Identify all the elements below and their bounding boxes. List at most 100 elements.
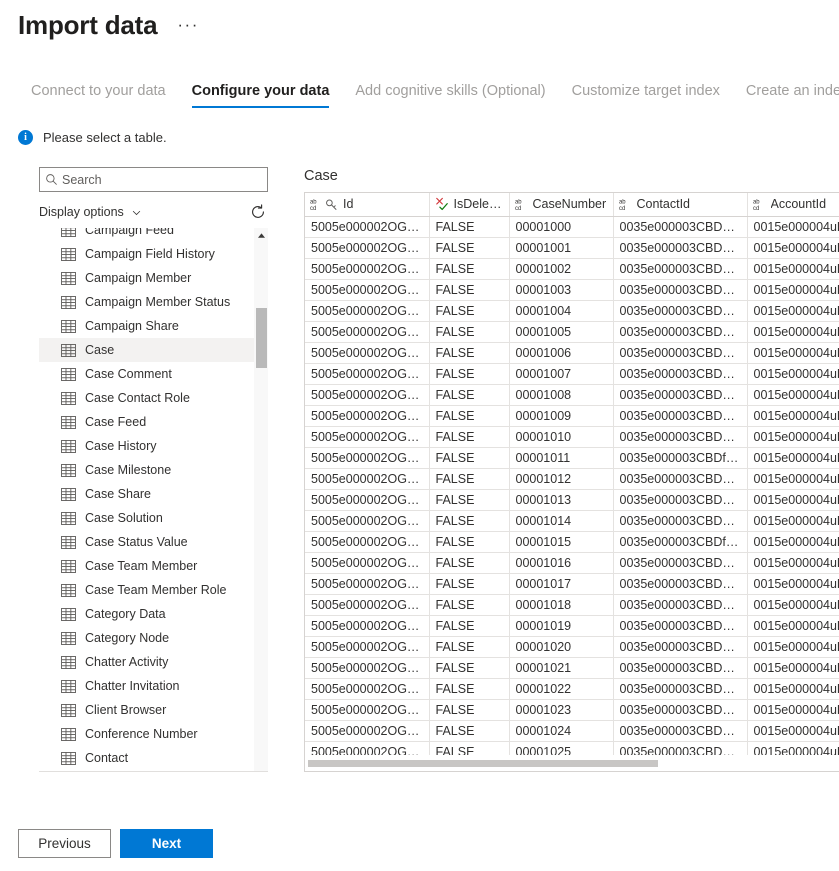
tab-configure-your-data[interactable]: Configure your data [179,82,343,108]
table-cell: 0015e000004uFMRAA2 [747,237,839,259]
table-row[interactable]: 5005e000002OGIlAAG FALSE 00001007 0035e0000… [305,363,839,385]
table-row[interactable]: 5005e000002OGIuAAGFALSE000010160035e0000… [305,552,839,574]
table-cell: 0015e000004uFMRAA2 [747,657,839,679]
table-cell: 00001007 [509,363,614,385]
tab-create-an-indexer[interactable]: Create an indexer [733,82,839,108]
refresh-button[interactable] [248,202,268,222]
table-list-item[interactable]: Campaign Member [39,266,268,290]
grid-horizontal-scrollbar[interactable] [305,755,839,771]
sidebar-vertical-scrollbar[interactable] [254,228,268,771]
table-cell: 00001005 [509,321,614,343]
table-list-item-label: Chatter Invitation [85,679,180,693]
table-row[interactable]: 5005e000002OGIoAAGFALSE000010100035e0000… [305,426,839,448]
table-list-item[interactable]: Client Browser [39,698,268,722]
table-cell: 00001025 [509,741,614,755]
table-row[interactable]: 5005e000002OGItAAG FALSE 00001015 0035e0000… [305,531,839,553]
column-header-label: IsDeleted [453,197,503,212]
column-header[interactable]: ab cd Id [305,193,430,217]
table-list-item[interactable]: Campaign Member Status [39,290,268,314]
table-row[interactable]: 5005e000002OGIwAAGFALSE000010180035e0000… [305,594,839,616]
table-row[interactable]: 5005e000002OGIqAAGFALSE000010120035e0000… [305,468,839,490]
table-list-item[interactable]: Chatter Invitation [39,674,268,698]
table-row[interactable]: 5005e000002OGm1A...FALSE000010230035e000… [305,699,839,721]
more-options-button[interactable]: ··· [173,16,202,33]
table-row[interactable]: 5005e000002OGIiAAG FALSE 00001004 0035e0000… [305,300,839,322]
table-cell: 00001022 [509,678,614,700]
table-list-item[interactable]: Contact [39,746,268,770]
table-list-item[interactable]: Campaign Share [39,314,268,338]
table-list-item[interactable]: Campaign Field History [39,242,268,266]
scroll-up-arrow-icon[interactable] [254,228,268,242]
table-cell: FALSE [429,342,510,364]
data-grid-scroll-area[interactable]: ab cd Id IsDeleted ab cd CaseNumber ab cd Contact… [305,193,839,755]
previous-button[interactable]: Previous [18,829,111,858]
column-header[interactable]: ab cd ContactId [613,193,748,217]
table-list-item[interactable]: Case [39,338,268,362]
table-row[interactable]: 5005e000002OGm2A...FALSE000010240035e000… [305,720,839,742]
table-icon [61,367,76,381]
table-list-item[interactable]: Case History [39,434,268,458]
table-cell: 5005e000002OGImAAG [305,384,430,406]
tab-connect-to-your-data[interactable]: Connect to your data [18,82,179,108]
table-list-item[interactable]: Case Contact Role [39,386,268,410]
table-cell: FALSE [429,657,510,679]
table-row[interactable]: 5005e000002OGImAAGFALSE000010080035e0000… [305,384,839,406]
table-cell: FALSE [429,615,510,637]
table-row[interactable]: 5005e000002OGIzAAGFALSE000010210035e0000… [305,657,839,679]
info-icon: i [18,130,33,145]
column-header[interactable]: IsDeleted [429,193,510,217]
table-list-item[interactable]: Case Feed [39,410,268,434]
table-list-item[interactable]: Case Team Member [39,554,268,578]
table-list-item[interactable]: Case Solution [39,506,268,530]
table-cell: FALSE [429,237,510,259]
table-list-item[interactable]: Case Comment [39,362,268,386]
table-cell: 0035e000003CBDbA... [613,468,748,490]
table-list-item[interactable]: Case Team Member Role [39,578,268,602]
info-message-bar: i Please select a table. [0,130,839,145]
table-list-item-label: Case Solution [85,511,163,525]
table-list-item[interactable]: Category Data [39,602,268,626]
table-list-item[interactable]: Case Milestone [39,458,268,482]
table-list-container: Campaign Feed Campaign Field History Campa… [39,228,268,772]
table-row[interactable]: 5005e000002OGIsAAGFALSE000010140035e0000… [305,510,839,532]
search-input[interactable] [62,168,267,191]
table-row[interactable]: 5005e000002OGIjAAG FALSE 00001005 0035e0000… [305,321,839,343]
table-row[interactable]: 5005e000002OGIkAAGFALSE000010060035e0000… [305,342,839,364]
table-list-item[interactable]: Chatter Activity [39,650,268,674]
table-row[interactable]: 5005e000002OGIrAAG FALSE 00001013 0035e0000… [305,489,839,511]
table-row[interactable]: 5005e000002OGIeAAGFALSE000010000035e0000… [305,216,839,238]
display-options-dropdown[interactable]: Display options [39,205,142,219]
table-cell: FALSE [429,405,510,427]
table-list-item[interactable]: Conference Number [39,722,268,746]
table-row[interactable]: 5005e000002OGIfAAG FALSE 00001001 0035e0000… [305,237,839,259]
table-list-item[interactable]: Campaign Feed [39,228,268,242]
table-row[interactable]: 5005e000002OGIxAAGFALSE000010190035e0000… [305,615,839,637]
table-cell: FALSE [429,573,510,595]
grid-horizontal-scrollbar-thumb[interactable] [308,760,658,767]
table-icon [61,343,76,357]
table-list-item[interactable]: Case Status Value [39,530,268,554]
table-row[interactable]: 5005e000002OGIgAAGFALSE000010020035e0000… [305,258,839,280]
table-cell: 0015e000004uFMQA... [747,510,839,532]
table-row[interactable]: 5005e000002OGIhAAGFALSE000010030035e0000… [305,279,839,301]
table-row[interactable]: 5005e000002OGm0A...FALSE000010220035e000… [305,678,839,700]
table-row[interactable]: 5005e000002OGm3A...FALSE000010250035e000… [305,741,839,755]
next-button[interactable]: Next [120,829,213,858]
sidebar-scrollbar-thumb[interactable] [256,308,267,368]
table-list-item[interactable]: Category Node [39,626,268,650]
table-icon [61,319,76,333]
text-icon: ab cd [753,197,766,211]
tab-add-cognitive-skills-optional[interactable]: Add cognitive skills (Optional) [342,82,558,108]
table-list-item[interactable]: Case Share [39,482,268,506]
table-row[interactable]: 5005e000002OGIpAAGFALSE000010110035e0000… [305,447,839,469]
data-preview-panel: Case ab cd Id IsDeleted ab cd CaseNumber ab cd Co… [304,167,839,772]
column-header[interactable]: ab cd CaseNumber [509,193,614,217]
table-row[interactable]: 5005e000002OGInAAGFALSE000010090035e0000… [305,405,839,427]
table-row[interactable]: 5005e000002OGIvAAGFALSE000010170035e0000… [305,573,839,595]
tab-customize-target-index[interactable]: Customize target index [559,82,733,108]
search-box[interactable] [39,167,268,192]
table-row[interactable]: 5005e000002OGIyAAGFALSE000010200035e0000… [305,636,839,658]
table-cell: FALSE [429,300,510,322]
table-icon [61,487,76,501]
column-header[interactable]: ab cd AccountId [747,193,839,217]
